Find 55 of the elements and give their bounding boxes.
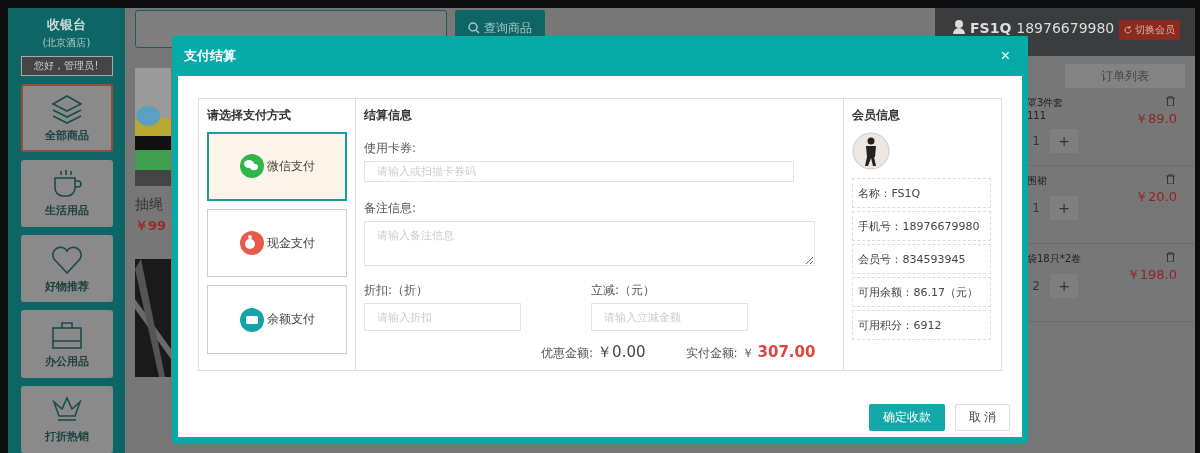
payment-option[interactable]: 现金支付 <box>207 208 347 278</box>
member-field: 手机号：18976679980 <box>852 211 992 241</box>
refresh-icon <box>1124 26 1133 34</box>
dialog-title: 支付结算 <box>184 47 236 65</box>
item-name: 袋18只*2卷 <box>1027 253 1082 264</box>
store-name: (北京酒店) <box>42 36 91 50</box>
field-label: 折扣:（折） <box>364 282 430 299</box>
increase-button[interactable]: + <box>1050 129 1078 153</box>
user-icon <box>953 20 965 34</box>
payment-option[interactable]: 余额支付 <box>207 285 347 354</box>
member-field: 可用余额：86.17（元） <box>852 277 992 307</box>
section-title: 结算信息 <box>364 107 413 124</box>
category-tile[interactable]: 办公用品 <box>20 310 113 378</box>
member-field: 可用积分：6912 <box>852 310 992 340</box>
greeting: 您好，管理员! <box>20 56 113 76</box>
field-label: 备注信息: <box>364 200 418 218</box>
switch-member-button[interactable]: 切换会员 <box>1119 20 1181 40</box>
category-tile[interactable]: 全部商品 <box>20 84 113 152</box>
item-name: 罩3件套 <box>1027 97 1064 108</box>
discount-amount: ￥0.00 <box>597 343 646 362</box>
increase-button[interactable]: + <box>1050 196 1078 220</box>
search-icon <box>468 22 480 34</box>
item-note: 111 <box>1027 110 1047 121</box>
app-title: 收银台 <box>47 16 86 34</box>
pay-amount: 307.00 <box>757 343 816 361</box>
trash-icon[interactable] <box>1166 252 1175 262</box>
currency-sign: ￥ <box>741 345 754 362</box>
section-title: 会员信息 <box>852 107 902 124</box>
product-name: 抽绳 <box>135 196 163 214</box>
avatar <box>852 132 891 170</box>
field-label: 使用卡券: <box>364 140 418 157</box>
member-phone: 18976679980 <box>1016 20 1115 36</box>
item-price: ￥198.0 <box>1126 266 1177 284</box>
member-field: 会员号：834593945 <box>852 244 992 274</box>
trash-icon[interactable] <box>1166 174 1175 184</box>
product-price: ￥99 <box>135 217 167 235</box>
item-name: 围裙 <box>1027 175 1047 186</box>
section-title: 请选择支付方式 <box>207 107 292 124</box>
item-price: ￥89.0 <box>1135 110 1177 128</box>
order-list-tab[interactable]: 订单列表 <box>1065 64 1185 88</box>
payment-option[interactable]: 微信支付 <box>207 132 347 201</box>
field-label: 立减:（元） <box>591 282 657 299</box>
category-tile[interactable]: 打折热销 <box>20 385 113 453</box>
confirm-button[interactable]: 确定收款 <box>869 404 945 431</box>
trash-icon[interactable] <box>1166 96 1175 106</box>
member-field: 名称：FS1Q <box>852 178 992 208</box>
member-name: FS1Q <box>970 20 1012 36</box>
close-button[interactable]: × <box>1000 47 1010 65</box>
item-price: ￥20.0 <box>1135 188 1177 206</box>
cancel-button[interactable]: 取 消 <box>955 404 1010 431</box>
discount-amount-label: 优惠金额: <box>541 345 594 362</box>
category-tile[interactable]: 好物推荐 <box>20 234 113 303</box>
pay-amount-label: 实付金额: <box>685 345 738 362</box>
category-tile[interactable]: 生活用品 <box>20 159 113 227</box>
increase-button[interactable]: + <box>1050 274 1078 298</box>
